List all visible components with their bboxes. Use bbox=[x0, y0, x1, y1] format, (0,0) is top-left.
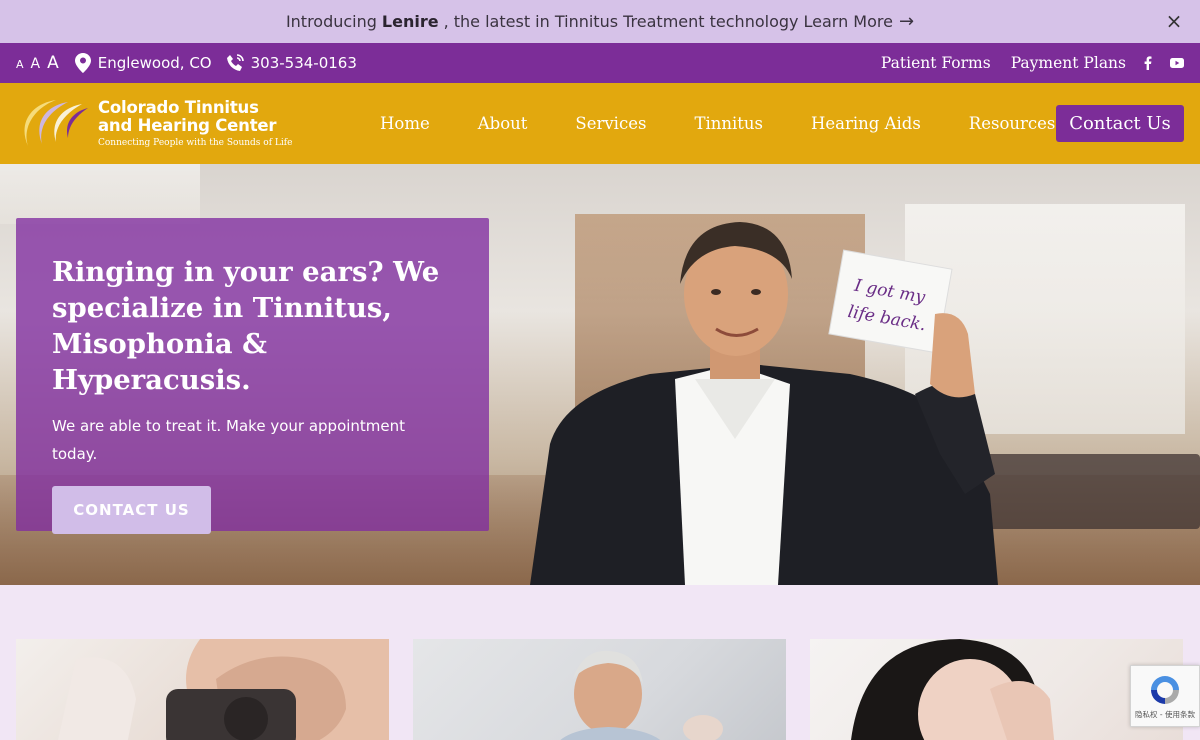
map-pin-icon bbox=[74, 53, 91, 73]
service-card-consultation[interactable] bbox=[413, 639, 786, 740]
service-card-hearing-exam[interactable] bbox=[16, 639, 389, 740]
background-window bbox=[0, 164, 200, 224]
announcement-bar: Introducing Lenire , the latest in Tinni… bbox=[0, 0, 1200, 43]
announcement-prefix: Introducing bbox=[285, 12, 377, 31]
hero-contact-button[interactable]: CONTACT US bbox=[52, 486, 211, 534]
font-size-small-button[interactable]: A bbox=[16, 58, 24, 71]
utility-bar: A A A Englewood, CO 303-534-0163 Patient… bbox=[0, 43, 1200, 83]
close-icon[interactable]: × bbox=[1164, 11, 1184, 31]
nav-home[interactable]: Home bbox=[380, 114, 430, 133]
recaptcha-terms[interactable]: 隐私权 - 使用条款 bbox=[1135, 709, 1195, 720]
phone-icon bbox=[226, 54, 244, 71]
nav-resources[interactable]: Resources bbox=[969, 114, 1056, 133]
font-size-controls: A A A bbox=[16, 53, 59, 73]
phone-number: 303-534-0163 bbox=[250, 54, 357, 72]
announcement-suffix: , the latest in Tinnitus Treatment techn… bbox=[443, 12, 799, 31]
nav-services[interactable]: Services bbox=[575, 114, 646, 133]
site-logo[interactable]: Colorado Tinnitus and Hearing Center Con… bbox=[16, 94, 292, 154]
hero-section: I got my life back. Ringing in your ears… bbox=[0, 164, 1200, 585]
font-size-large-button[interactable]: A bbox=[47, 53, 59, 73]
main-nav: Home About Services Tinnitus Hearing Aid… bbox=[380, 83, 1103, 164]
phone[interactable]: 303-534-0163 bbox=[226, 54, 357, 72]
payment-plans-link[interactable]: Payment Plans bbox=[1011, 54, 1126, 72]
facebook-icon[interactable] bbox=[1144, 56, 1152, 70]
learn-more-link[interactable]: Learn More bbox=[803, 12, 892, 31]
location-text: Englewood, CO bbox=[97, 54, 212, 72]
contact-us-button[interactable]: Contact Us bbox=[1056, 105, 1184, 142]
recaptcha-icon bbox=[1151, 675, 1179, 704]
main-header: Colorado Tinnitus and Hearing Center Con… bbox=[0, 83, 1200, 164]
youtube-icon[interactable] bbox=[1170, 58, 1184, 68]
logo-tagline: Connecting People with the Sounds of Lif… bbox=[98, 138, 293, 148]
recaptcha-badge[interactable]: 隐私权 - 使用条款 bbox=[1130, 665, 1200, 727]
location[interactable]: Englewood, CO bbox=[74, 53, 212, 73]
service-card-headache[interactable] bbox=[810, 639, 1183, 740]
otoscope-exam-image bbox=[58, 639, 389, 740]
logo-line-1: Colorado Tinnitus bbox=[98, 98, 259, 117]
hero-title: Ringing in your ears? We specialize in T… bbox=[52, 256, 440, 396]
woman-headache-image bbox=[851, 639, 1055, 740]
hero-subtitle: We are able to treat it. Make your appoi… bbox=[52, 417, 406, 463]
arrow-right-icon[interactable]: → bbox=[899, 11, 914, 32]
nav-hearing-aids[interactable]: Hearing Aids bbox=[811, 114, 921, 133]
doctor-consultation-image bbox=[560, 650, 723, 740]
logo-line-2: and Hearing Center bbox=[98, 116, 277, 135]
nav-about[interactable]: About bbox=[478, 114, 528, 133]
nav-tinnitus[interactable]: Tinnitus bbox=[694, 114, 763, 133]
patient-forms-link[interactable]: Patient Forms bbox=[881, 54, 991, 72]
logo-arcs-icon bbox=[24, 99, 88, 146]
font-size-medium-button[interactable]: A bbox=[31, 56, 41, 72]
man-holding-sign-image: I got my life back. bbox=[530, 222, 998, 585]
hero-card: Ringing in your ears? We specialize in T… bbox=[16, 218, 489, 534]
announcement-brand: Lenire bbox=[381, 12, 439, 31]
